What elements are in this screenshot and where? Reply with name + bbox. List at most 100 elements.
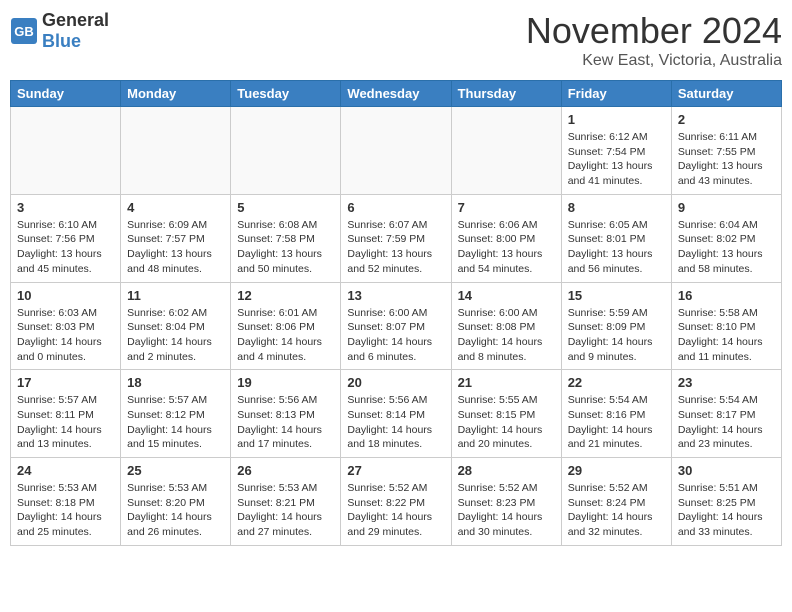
calendar-cell: 4 Sunrise: 6:09 AM Sunset: 7:57 PM Daylig… bbox=[121, 194, 231, 282]
logo: GB General Blue bbox=[10, 10, 109, 52]
day-info: Sunrise: 5:57 AM Sunset: 8:11 PM Dayligh… bbox=[17, 393, 114, 452]
day-number: 27 bbox=[347, 463, 444, 478]
day-info: Sunrise: 5:56 AM Sunset: 8:13 PM Dayligh… bbox=[237, 393, 334, 452]
day-info: Sunrise: 6:12 AM Sunset: 7:54 PM Dayligh… bbox=[568, 130, 665, 189]
calendar-cell: 21 Sunrise: 5:55 AM Sunset: 8:15 PM Dayli… bbox=[451, 370, 561, 458]
day-number: 17 bbox=[17, 375, 114, 390]
calendar-cell: 8 Sunrise: 6:05 AM Sunset: 8:01 PM Daylig… bbox=[561, 194, 671, 282]
day-number: 26 bbox=[237, 463, 334, 478]
day-info: Sunrise: 6:04 AM Sunset: 8:02 PM Dayligh… bbox=[678, 218, 775, 277]
day-number: 6 bbox=[347, 200, 444, 215]
day-number: 13 bbox=[347, 288, 444, 303]
calendar-cell: 27 Sunrise: 5:52 AM Sunset: 8:22 PM Dayli… bbox=[341, 458, 451, 546]
day-number: 19 bbox=[237, 375, 334, 390]
calendar-cell: 30 Sunrise: 5:51 AM Sunset: 8:25 PM Dayli… bbox=[671, 458, 781, 546]
day-info: Sunrise: 6:07 AM Sunset: 7:59 PM Dayligh… bbox=[347, 218, 444, 277]
month-title: November 2024 bbox=[526, 10, 782, 52]
day-number: 11 bbox=[127, 288, 224, 303]
calendar-cell: 3 Sunrise: 6:10 AM Sunset: 7:56 PM Daylig… bbox=[11, 194, 121, 282]
day-info: Sunrise: 5:56 AM Sunset: 8:14 PM Dayligh… bbox=[347, 393, 444, 452]
day-number: 15 bbox=[568, 288, 665, 303]
day-number: 2 bbox=[678, 112, 775, 127]
day-number: 24 bbox=[17, 463, 114, 478]
calendar-cell: 22 Sunrise: 5:54 AM Sunset: 8:16 PM Dayli… bbox=[561, 370, 671, 458]
day-info: Sunrise: 5:54 AM Sunset: 8:16 PM Dayligh… bbox=[568, 393, 665, 452]
week-row-2: 3 Sunrise: 6:10 AM Sunset: 7:56 PM Daylig… bbox=[11, 194, 782, 282]
day-number: 5 bbox=[237, 200, 334, 215]
day-number: 18 bbox=[127, 375, 224, 390]
week-row-1: 1Sunrise: 6:12 AM Sunset: 7:54 PM Daylig… bbox=[11, 107, 782, 195]
day-number: 8 bbox=[568, 200, 665, 215]
calendar-cell: 9 Sunrise: 6:04 AM Sunset: 8:02 PM Daylig… bbox=[671, 194, 781, 282]
title-block: November 2024 Kew East, Victoria, Austra… bbox=[526, 10, 782, 70]
day-number: 7 bbox=[458, 200, 555, 215]
page-header: GB General Blue November 2024 Kew East, … bbox=[10, 10, 782, 70]
week-row-5: 24 Sunrise: 5:53 AM Sunset: 8:18 PM Dayli… bbox=[11, 458, 782, 546]
day-number: 9 bbox=[678, 200, 775, 215]
calendar-cell: 17 Sunrise: 5:57 AM Sunset: 8:11 PM Dayli… bbox=[11, 370, 121, 458]
day-info: Sunrise: 6:10 AM Sunset: 7:56 PM Dayligh… bbox=[17, 218, 114, 277]
day-number: 4 bbox=[127, 200, 224, 215]
col-header-wednesday: Wednesday bbox=[341, 81, 451, 107]
calendar-cell bbox=[11, 107, 121, 195]
calendar-cell bbox=[231, 107, 341, 195]
col-header-saturday: Saturday bbox=[671, 81, 781, 107]
day-number: 30 bbox=[678, 463, 775, 478]
day-info: Sunrise: 6:02 AM Sunset: 8:04 PM Dayligh… bbox=[127, 306, 224, 365]
col-header-monday: Monday bbox=[121, 81, 231, 107]
day-number: 3 bbox=[17, 200, 114, 215]
day-info: Sunrise: 6:05 AM Sunset: 8:01 PM Dayligh… bbox=[568, 218, 665, 277]
day-number: 12 bbox=[237, 288, 334, 303]
calendar-cell: 19 Sunrise: 5:56 AM Sunset: 8:13 PM Dayli… bbox=[231, 370, 341, 458]
calendar-table: SundayMondayTuesdayWednesdayThursdayFrid… bbox=[10, 80, 782, 546]
calendar-cell: 26 Sunrise: 5:53 AM Sunset: 8:21 PM Dayli… bbox=[231, 458, 341, 546]
calendar-cell bbox=[451, 107, 561, 195]
calendar-cell: 5 Sunrise: 6:08 AM Sunset: 7:58 PM Daylig… bbox=[231, 194, 341, 282]
logo-general: General bbox=[42, 10, 109, 30]
day-info: Sunrise: 6:09 AM Sunset: 7:57 PM Dayligh… bbox=[127, 218, 224, 277]
calendar-cell: 1Sunrise: 6:12 AM Sunset: 7:54 PM Daylig… bbox=[561, 107, 671, 195]
calendar-header-row: SundayMondayTuesdayWednesdayThursdayFrid… bbox=[11, 81, 782, 107]
day-number: 22 bbox=[568, 375, 665, 390]
day-info: Sunrise: 5:51 AM Sunset: 8:25 PM Dayligh… bbox=[678, 481, 775, 540]
calendar-cell bbox=[121, 107, 231, 195]
day-number: 21 bbox=[458, 375, 555, 390]
week-row-4: 17 Sunrise: 5:57 AM Sunset: 8:11 PM Dayli… bbox=[11, 370, 782, 458]
day-info: Sunrise: 5:52 AM Sunset: 8:23 PM Dayligh… bbox=[458, 481, 555, 540]
calendar-cell: 20 Sunrise: 5:56 AM Sunset: 8:14 PM Dayli… bbox=[341, 370, 451, 458]
calendar-cell: 13 Sunrise: 6:00 AM Sunset: 8:07 PM Dayli… bbox=[341, 282, 451, 370]
calendar-cell: 23 Sunrise: 5:54 AM Sunset: 8:17 PM Dayli… bbox=[671, 370, 781, 458]
day-info: Sunrise: 6:08 AM Sunset: 7:58 PM Dayligh… bbox=[237, 218, 334, 277]
day-info: Sunrise: 5:52 AM Sunset: 8:22 PM Dayligh… bbox=[347, 481, 444, 540]
day-info: Sunrise: 5:55 AM Sunset: 8:15 PM Dayligh… bbox=[458, 393, 555, 452]
logo-icon: GB bbox=[10, 17, 38, 45]
day-number: 20 bbox=[347, 375, 444, 390]
calendar-cell: 10Sunrise: 6:03 AM Sunset: 8:03 PM Dayli… bbox=[11, 282, 121, 370]
day-info: Sunrise: 5:53 AM Sunset: 8:21 PM Dayligh… bbox=[237, 481, 334, 540]
day-number: 14 bbox=[458, 288, 555, 303]
calendar-cell: 14 Sunrise: 6:00 AM Sunset: 8:08 PM Dayli… bbox=[451, 282, 561, 370]
calendar-cell: 7 Sunrise: 6:06 AM Sunset: 8:00 PM Daylig… bbox=[451, 194, 561, 282]
day-number: 25 bbox=[127, 463, 224, 478]
day-info: Sunrise: 5:59 AM Sunset: 8:09 PM Dayligh… bbox=[568, 306, 665, 365]
logo-blue: Blue bbox=[42, 31, 81, 51]
day-number: 10 bbox=[17, 288, 114, 303]
day-number: 23 bbox=[678, 375, 775, 390]
calendar-cell: 25Sunrise: 5:53 AM Sunset: 8:20 PM Dayli… bbox=[121, 458, 231, 546]
day-info: Sunrise: 6:06 AM Sunset: 8:00 PM Dayligh… bbox=[458, 218, 555, 277]
day-info: Sunrise: 5:58 AM Sunset: 8:10 PM Dayligh… bbox=[678, 306, 775, 365]
calendar-cell: 16 Sunrise: 5:58 AM Sunset: 8:10 PM Dayli… bbox=[671, 282, 781, 370]
calendar-cell: 24 Sunrise: 5:53 AM Sunset: 8:18 PM Dayli… bbox=[11, 458, 121, 546]
calendar-cell: 11 Sunrise: 6:02 AM Sunset: 8:04 PM Dayli… bbox=[121, 282, 231, 370]
day-info: Sunrise: 5:53 AM Sunset: 8:18 PM Dayligh… bbox=[17, 481, 114, 540]
calendar-cell: 15 Sunrise: 5:59 AM Sunset: 8:09 PM Dayli… bbox=[561, 282, 671, 370]
day-number: 16 bbox=[678, 288, 775, 303]
day-info: Sunrise: 5:57 AM Sunset: 8:12 PM Dayligh… bbox=[127, 393, 224, 452]
day-info: Sunrise: 6:01 AM Sunset: 8:06 PM Dayligh… bbox=[237, 306, 334, 365]
day-info: Sunrise: 6:00 AM Sunset: 8:08 PM Dayligh… bbox=[458, 306, 555, 365]
col-header-tuesday: Tuesday bbox=[231, 81, 341, 107]
day-info: Sunrise: 5:54 AM Sunset: 8:17 PM Dayligh… bbox=[678, 393, 775, 452]
col-header-sunday: Sunday bbox=[11, 81, 121, 107]
col-header-thursday: Thursday bbox=[451, 81, 561, 107]
day-info: Sunrise: 6:00 AM Sunset: 8:07 PM Dayligh… bbox=[347, 306, 444, 365]
